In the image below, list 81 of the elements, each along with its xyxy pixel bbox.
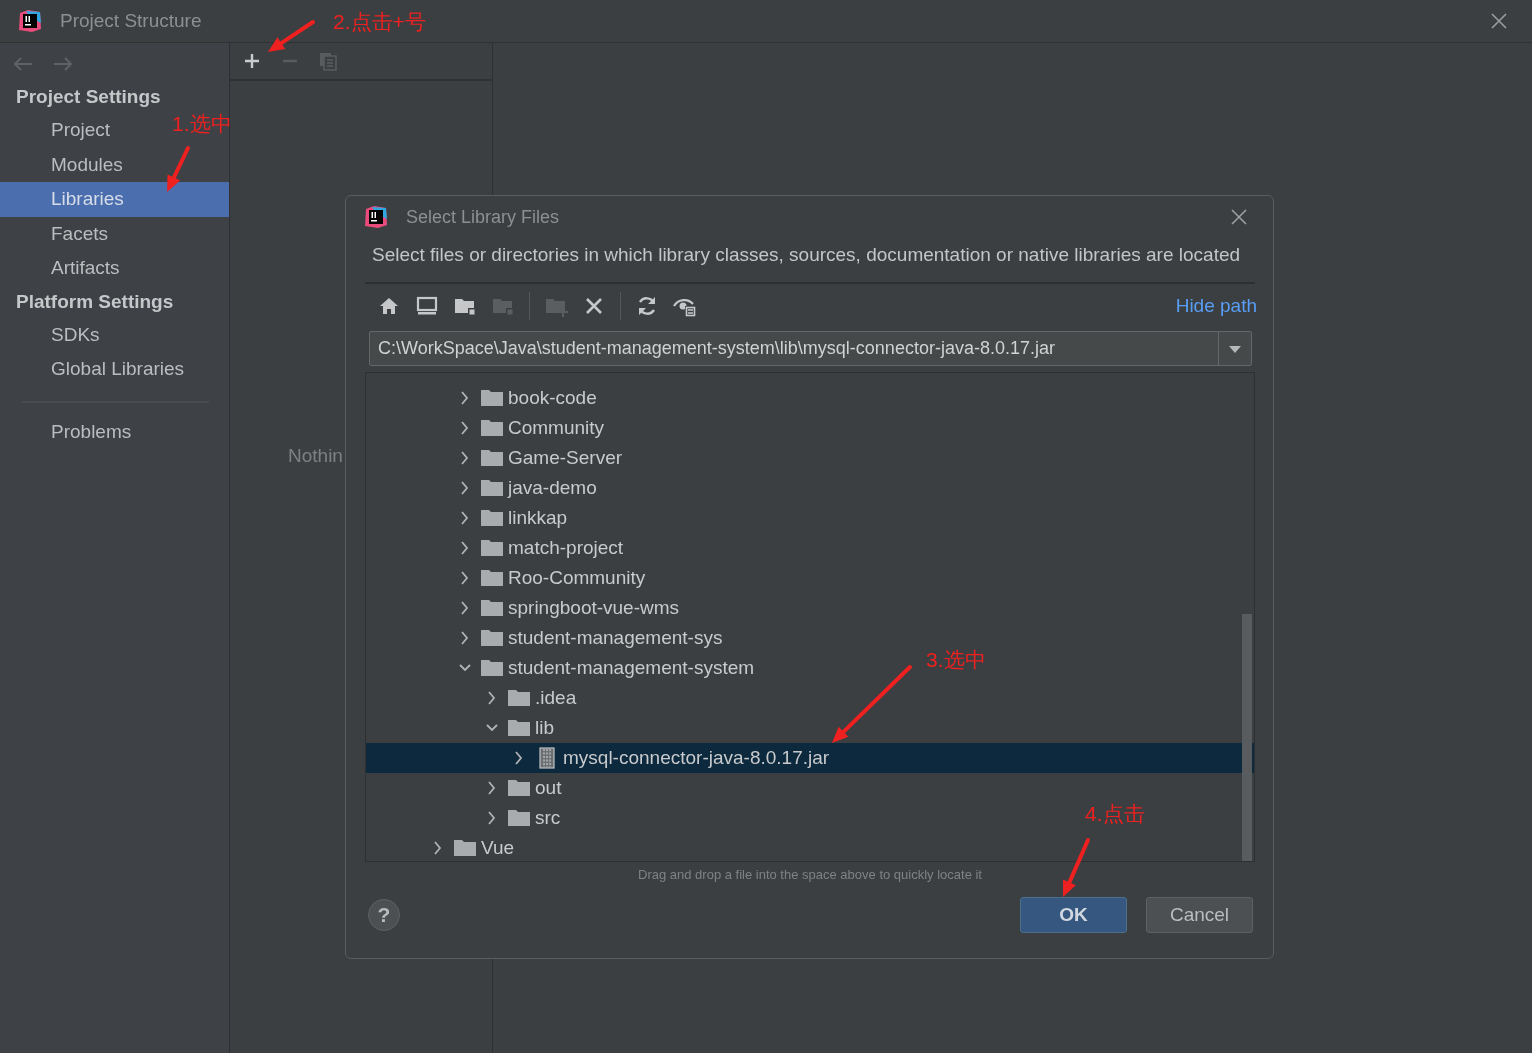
annotation-arrow (1063, 838, 1090, 897)
annotation-label: 4.点击 (1085, 801, 1145, 827)
annotation-label: 2.点击+号 (333, 9, 426, 35)
ok-button[interactable]: OK (1020, 897, 1127, 933)
app-logo-icon (18, 9, 42, 33)
sidebar-item[interactable]: Global Libraries (0, 352, 197, 387)
cancel-button[interactable]: Cancel (1146, 897, 1253, 933)
chevron-icon[interactable] (459, 631, 471, 645)
section-heading: Project Settings (15, 85, 162, 109)
tree-item[interactable]: student-management-system (366, 653, 761, 683)
tree-item[interactable]: java-demo (366, 473, 603, 503)
sidebar-item[interactable]: Project (0, 113, 123, 148)
chevron-icon[interactable] (486, 811, 498, 825)
tree-item[interactable]: springboot-vue-wms (366, 593, 686, 623)
folder-icon (481, 629, 504, 647)
help-button[interactable]: ? (368, 899, 400, 931)
hide-path-link[interactable]: Hide path (1175, 295, 1257, 317)
folder-icon (454, 839, 477, 857)
description-text: Select files or directories in which library classes, sources, documentation or native libraries are located (371, 243, 1242, 267)
folder-icon (481, 419, 504, 437)
section-heading: Platform Settings (15, 289, 175, 314)
caret-icon (1228, 343, 1242, 354)
chevron-icon[interactable] (459, 601, 471, 615)
dialog-title: Select Library Files (406, 206, 560, 228)
folder-icon (481, 599, 504, 617)
sidebar-item[interactable]: Modules (0, 147, 135, 182)
chevron-icon[interactable] (459, 421, 471, 435)
folder-icon (481, 449, 504, 467)
empty-text: Nothin (288, 445, 343, 468)
chevron-icon[interactable] (486, 691, 498, 705)
folder-icon (508, 779, 531, 797)
chevron-icon[interactable] (459, 391, 471, 405)
tree-item[interactable]: out (366, 773, 568, 803)
tree-item[interactable]: src (366, 803, 567, 833)
tree-item[interactable]: book-code (366, 383, 603, 413)
monitor-icon[interactable] (415, 294, 439, 318)
sidebar-item[interactable]: Artifacts (0, 251, 132, 286)
sidebar-item[interactable]: Libraries (0, 182, 229, 217)
tree-item[interactable]: student-management-sys (366, 623, 729, 653)
folder-icon (508, 689, 531, 707)
tree-item[interactable]: .idea (366, 683, 583, 713)
path-field[interactable]: C:\WorkSpace\Java\student-management-system\lib\mysql-connector-java-8.0.17.jar (369, 331, 1252, 366)
chevron-icon[interactable] (432, 841, 444, 855)
tree-item[interactable]: mysql-connector-java-8.0.17.jar (366, 743, 1254, 773)
folder-icon (481, 659, 504, 677)
scrollbar-thumb[interactable] (1242, 614, 1252, 861)
tree-item[interactable]: lib (366, 713, 560, 743)
sidebar-item[interactable]: Facets (0, 216, 121, 251)
chevron-icon[interactable] (459, 571, 471, 585)
folder-icon (481, 509, 504, 527)
archive-icon (539, 747, 555, 769)
tree-item[interactable]: Community (366, 413, 611, 443)
annotation-arrow (167, 146, 190, 192)
folder-icon (508, 719, 531, 737)
sidebar-item[interactable]: SDKs (0, 317, 112, 352)
folder-icon (481, 389, 504, 407)
chevron-icon[interactable] (459, 541, 471, 555)
annotation-label: 1.选中 (172, 111, 232, 137)
folder-icon (508, 809, 531, 827)
tree-item[interactable]: Roo-Community (366, 563, 652, 593)
window-title: Project Structure (60, 10, 202, 32)
tree-item[interactable]: linkkap (366, 503, 574, 533)
close-icon[interactable] (1231, 209, 1247, 225)
close-icon[interactable] (1490, 12, 1508, 30)
hint-text: Drag and drop a file into the space above to quickly locate it (637, 866, 983, 884)
chevron-icon[interactable] (459, 481, 471, 495)
annotation-arrow (268, 20, 315, 52)
folder-icon (481, 569, 504, 587)
annotation-label: 3.选中 (926, 647, 986, 673)
tree-item[interactable]: Vue (366, 833, 521, 861)
chevron-icon[interactable] (513, 751, 525, 765)
chevron-icon[interactable] (459, 511, 471, 525)
tree-item[interactable]: match-project (366, 533, 630, 563)
chevron-icon[interactable] (486, 781, 498, 795)
folder-icon (481, 479, 504, 497)
tree-item[interactable]: Game-Server (366, 443, 629, 473)
folder-icon (481, 539, 504, 557)
app-logo-icon (364, 205, 388, 229)
add-icon[interactable] (242, 51, 262, 71)
chevron-icon[interactable] (459, 451, 471, 465)
sidebar-item[interactable]: Problems (0, 414, 144, 449)
